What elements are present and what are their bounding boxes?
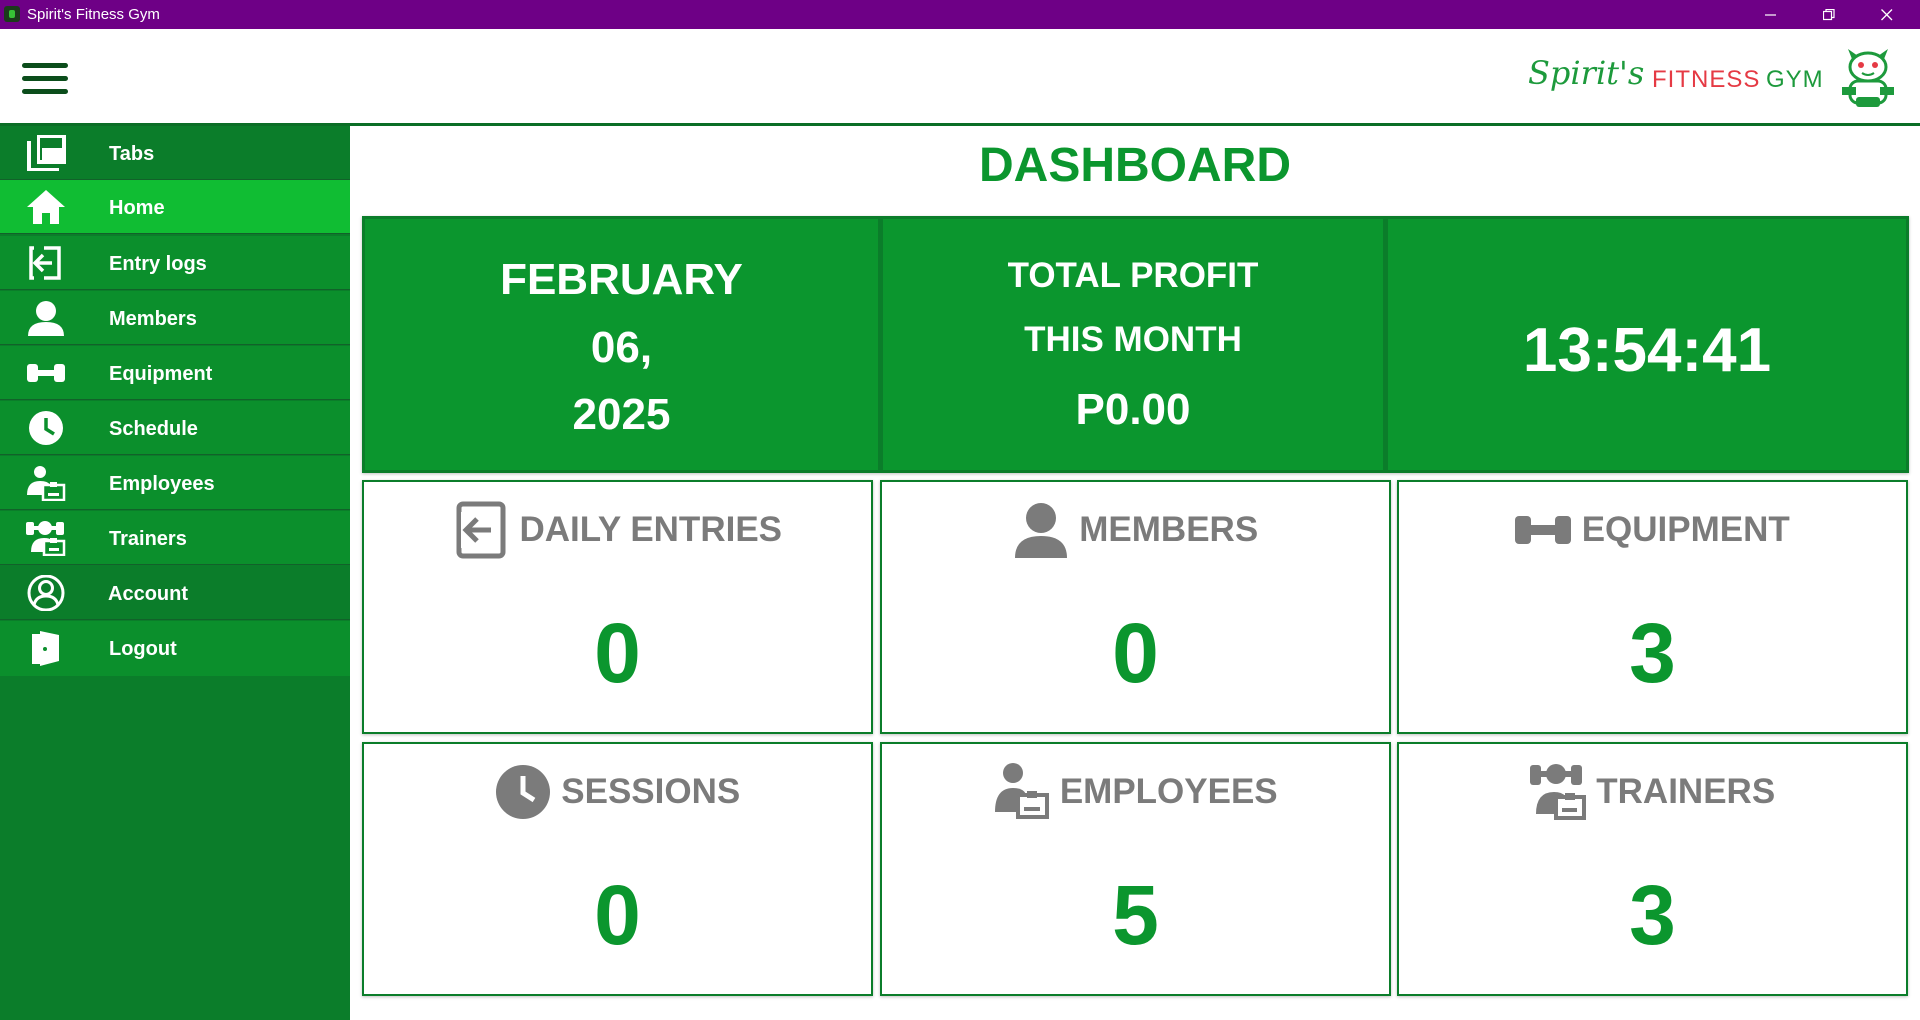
stat-card-title: MEMBERS xyxy=(1079,510,1259,549)
stat-card-title: EQUIPMENT xyxy=(1581,510,1790,549)
sidebar-item-members[interactable]: Members xyxy=(0,291,350,345)
gym-logo: Spirit's FITNESS GYM xyxy=(1528,49,1908,110)
logo-fitness-text: FITNESS xyxy=(1652,66,1761,93)
stat-card-value: 3 xyxy=(1629,606,1676,700)
app-icon xyxy=(4,6,20,22)
logo-gym-text: GYM xyxy=(1766,66,1824,93)
minimize-icon xyxy=(1765,14,1776,16)
member-icon xyxy=(28,301,64,336)
logo-script-text: Spirit's xyxy=(1528,54,1645,92)
sidebar-item-schedule[interactable]: Schedule xyxy=(0,401,350,455)
sidebar-item-label: Employees xyxy=(109,473,215,495)
stat-card-title: EMPLOYEES xyxy=(1059,772,1278,811)
stat-card-title: TRAINERS xyxy=(1596,772,1776,811)
profit-label-line2: THIS MONTH xyxy=(1024,320,1242,359)
stat-card-employees[interactable]: EMPLOYEES 5 xyxy=(880,742,1391,996)
profit-card: TOTAL PROFIT THIS MONTH P0.00 xyxy=(883,219,1388,470)
clock-icon xyxy=(29,411,63,445)
stat-card-title: DAILY ENTRIES xyxy=(519,510,783,549)
entry-icon xyxy=(456,501,506,559)
dumbbell-icon xyxy=(27,364,65,382)
sidebar-item-home[interactable]: Home xyxy=(0,180,350,234)
window-title-bar: Spirit's Fitness Gym xyxy=(0,0,1920,29)
hamburger-line xyxy=(22,89,68,94)
clock-time: 13:54:41 xyxy=(1522,316,1772,385)
sidebar-item-logout[interactable]: Logout xyxy=(0,621,350,676)
clock-card: 13:54:41 xyxy=(1388,219,1906,470)
sidebar-item-label: Equipment xyxy=(109,363,213,385)
hamburger-line xyxy=(22,63,68,68)
stat-card-value: 0 xyxy=(594,868,641,962)
stat-card-members[interactable]: MEMBERS 0 xyxy=(880,480,1391,734)
logout-icon xyxy=(32,631,59,666)
sidebar-item-label: Tabs xyxy=(109,143,155,165)
stat-card-header: MEMBERS xyxy=(882,500,1389,564)
stat-card-value: 5 xyxy=(1112,868,1159,962)
sidebar: Tabs Home Entry logs Members Equipment S… xyxy=(0,126,350,1020)
sidebar-item-equipment[interactable]: Equipment xyxy=(0,346,350,400)
stat-card-equipment[interactable]: EQUIPMENT 3 xyxy=(1397,480,1908,734)
sidebar-item-entry-logs[interactable]: Entry logs xyxy=(0,236,350,290)
sidebar-item-label: Members xyxy=(109,308,197,330)
profit-value: P0.00 xyxy=(1075,385,1191,434)
sidebar-item-label: Logout xyxy=(109,638,177,660)
restore-icon xyxy=(1823,9,1835,21)
trainers-icon xyxy=(1529,764,1586,820)
entry-icon xyxy=(29,246,61,280)
tabs-icon xyxy=(27,135,66,171)
stat-card-header: EQUIPMENT xyxy=(1399,500,1906,564)
close-icon xyxy=(1881,9,1893,21)
profit-label-line1: TOTAL PROFIT xyxy=(1007,256,1259,295)
stat-card-value: 3 xyxy=(1629,868,1676,962)
sidebar-item-label: Trainers xyxy=(109,528,187,550)
sidebar-item-label: Account xyxy=(108,583,188,605)
stat-card-header: TRAINERS xyxy=(1399,762,1906,826)
sidebar-item-label: Entry logs xyxy=(109,253,207,275)
date-year: 2025 xyxy=(572,390,671,439)
stat-card-value: 0 xyxy=(1112,606,1159,700)
minimize-button[interactable] xyxy=(1742,0,1800,29)
date-card: FEBRUARY 06, 2025 xyxy=(365,219,883,470)
summary-strip: FEBRUARY 06, 2025 TOTAL PROFIT THIS MONT… xyxy=(362,216,1909,473)
stat-card-sessions[interactable]: SESSIONS 0 xyxy=(362,742,873,996)
sidebar-item-account[interactable]: Account xyxy=(0,566,350,620)
window-title: Spirit's Fitness Gym xyxy=(27,6,160,23)
stat-card-value: 0 xyxy=(594,606,641,700)
page-title: DASHBOARD xyxy=(979,139,1291,192)
date-day: 06, xyxy=(590,323,653,372)
hamburger-line xyxy=(22,76,68,81)
sidebar-item-tabs[interactable]: Tabs xyxy=(0,126,350,180)
stat-card-daily-entries[interactable]: DAILY ENTRIES 0 xyxy=(362,480,873,734)
date-month: FEBRUARY xyxy=(500,255,743,304)
trainers-icon xyxy=(26,521,66,556)
member-icon xyxy=(1014,503,1067,558)
employee-icon xyxy=(27,466,66,501)
hamburger-menu-button[interactable] xyxy=(22,63,70,95)
sidebar-item-label: Home xyxy=(109,197,165,219)
sidebar-item-label: Schedule xyxy=(109,418,198,440)
stat-card-header: DAILY ENTRIES xyxy=(364,500,871,564)
home-icon xyxy=(27,190,65,224)
stat-card-header: SESSIONS xyxy=(364,762,871,826)
mascot-icon xyxy=(1842,49,1894,107)
account-icon xyxy=(27,575,65,611)
sidebar-item-employees[interactable]: Employees xyxy=(0,456,350,510)
stat-card-trainers[interactable]: TRAINERS 3 xyxy=(1397,742,1908,996)
close-button[interactable] xyxy=(1858,0,1916,29)
clock-icon xyxy=(495,765,550,819)
stat-card-title: SESSIONS xyxy=(561,772,741,811)
dumbbell-icon xyxy=(1515,516,1572,544)
employee-icon xyxy=(995,763,1050,819)
sidebar-item-trainers[interactable]: Trainers xyxy=(0,511,350,565)
stat-card-header: EMPLOYEES xyxy=(882,762,1389,826)
restore-button[interactable] xyxy=(1800,0,1858,29)
